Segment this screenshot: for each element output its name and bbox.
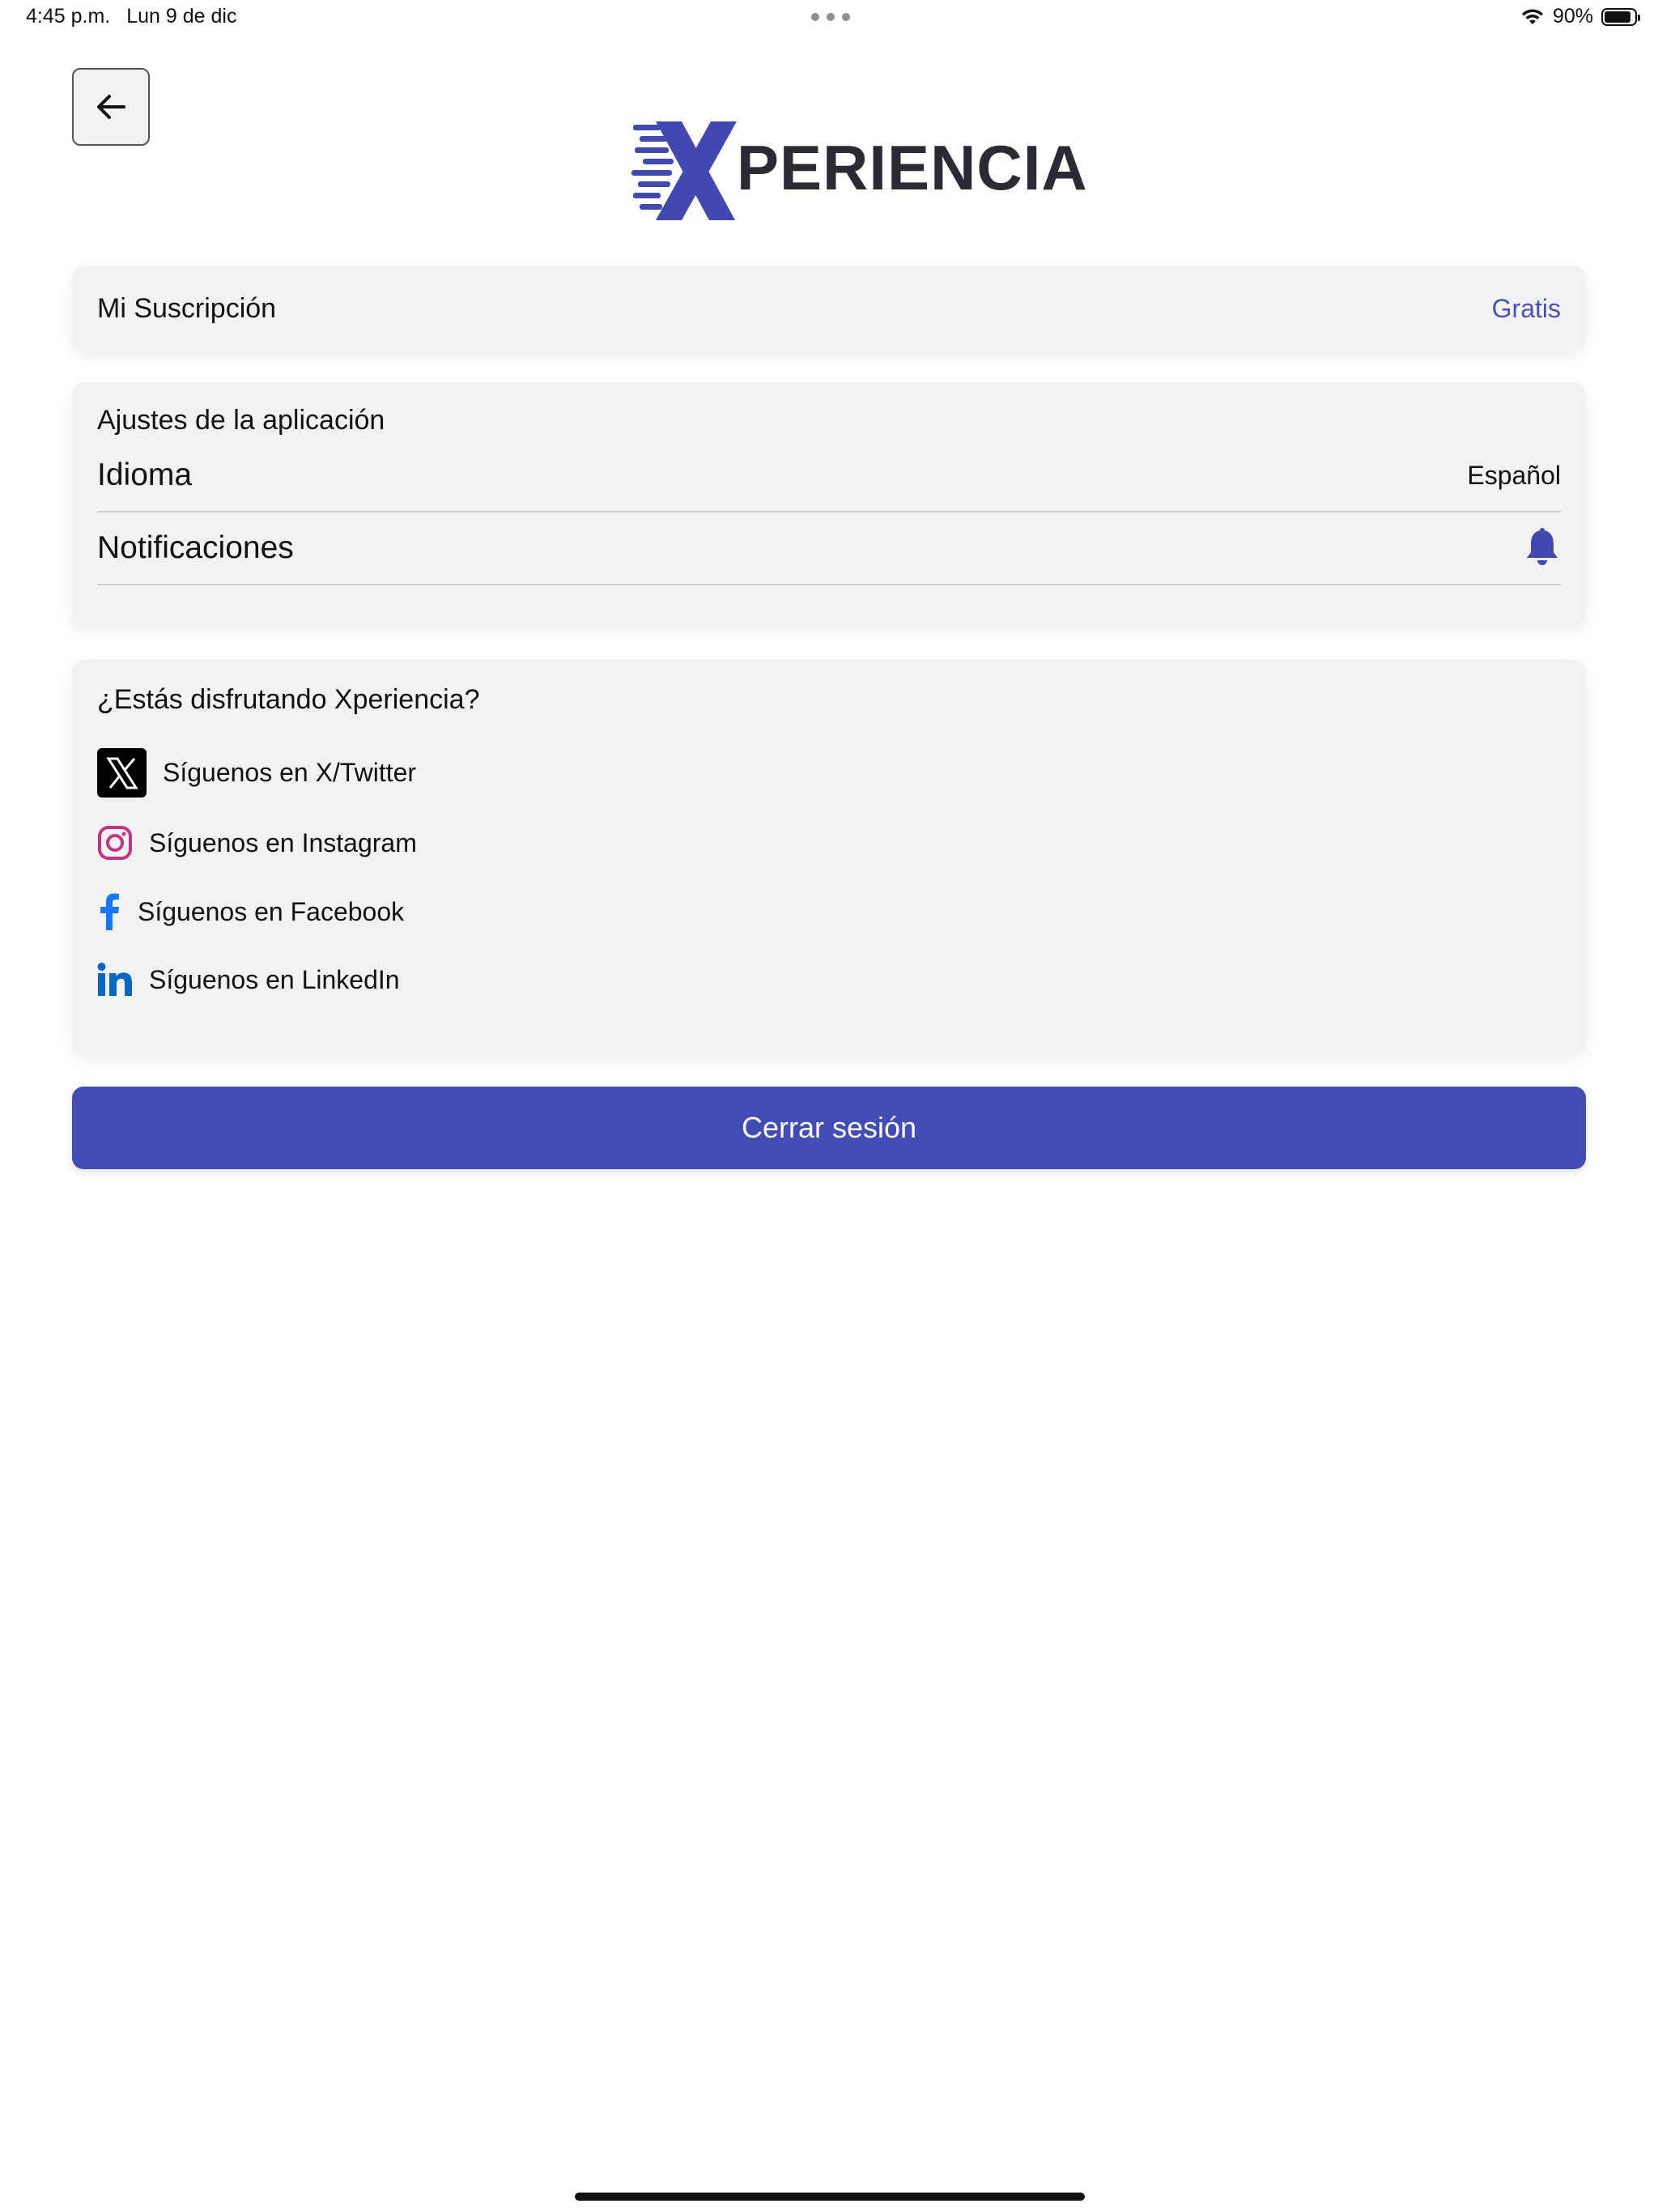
logo-wordmark: PERIENCIA <box>737 132 1088 203</box>
language-value[interactable]: Español <box>1467 461 1561 491</box>
subscription-plan[interactable]: Gratis <box>1492 294 1561 324</box>
social-title: ¿Estás disfrutando Xperiencia? <box>97 684 480 715</box>
status-date: Lun 9 de dic <box>126 5 237 28</box>
status-bar-left: 4:45 p.m. Lun 9 de dic <box>26 5 236 28</box>
xperiencia-logo: PERIENCIA <box>631 120 1087 222</box>
instagram-icon <box>98 826 132 860</box>
follow-twitter-link[interactable]: Síguenos en X/Twitter <box>97 748 1561 798</box>
arrow-left-icon <box>97 95 125 119</box>
subscription-card[interactable]: Mi Suscripción Gratis <box>72 266 1586 351</box>
follow-instagram-link[interactable]: Síguenos en Instagram <box>97 825 1561 861</box>
settings-title: Ajustes de la aplicación <box>97 405 385 436</box>
facebook-label: Síguenos en Facebook <box>138 896 405 926</box>
notifications-row[interactable]: Notificaciones <box>97 513 1561 585</box>
home-indicator[interactable] <box>575 2193 1085 2201</box>
logo-x-mark <box>631 121 737 220</box>
battery-percent: 90% <box>1552 5 1593 28</box>
linkedin-icon <box>97 963 132 996</box>
linkedin-label: Síguenos en LinkedIn <box>149 964 400 994</box>
app-settings-card: Ajustes de la aplicación Idioma Español … <box>72 382 1586 627</box>
twitter-label: Síguenos en X/Twitter <box>163 758 417 787</box>
social-card: ¿Estás disfrutando Xperiencia? Síguenos … <box>72 660 1586 1054</box>
battery-icon <box>1601 7 1640 26</box>
follow-linkedin-link[interactable]: Síguenos en LinkedIn <box>97 963 1561 997</box>
multitasking-dots-icon[interactable] <box>811 13 850 21</box>
status-bar-right: 90% <box>1520 5 1640 28</box>
status-time: 4:45 p.m. <box>26 5 111 28</box>
subscription-title: Mi Suscripción <box>97 292 277 324</box>
logout-button[interactable]: Cerrar sesión <box>72 1087 1586 1169</box>
facebook-icon <box>100 893 119 930</box>
notifications-label: Notificaciones <box>97 530 294 565</box>
back-button[interactable] <box>72 68 150 146</box>
follow-facebook-link[interactable]: Síguenos en Facebook <box>97 893 1561 930</box>
instagram-label: Síguenos en Instagram <box>149 827 417 857</box>
language-label: Idioma <box>97 457 193 492</box>
x-twitter-icon <box>97 748 147 798</box>
wifi-icon <box>1521 8 1543 24</box>
bell-icon[interactable] <box>1524 528 1561 568</box>
language-row[interactable]: Idioma Español <box>97 440 1561 513</box>
